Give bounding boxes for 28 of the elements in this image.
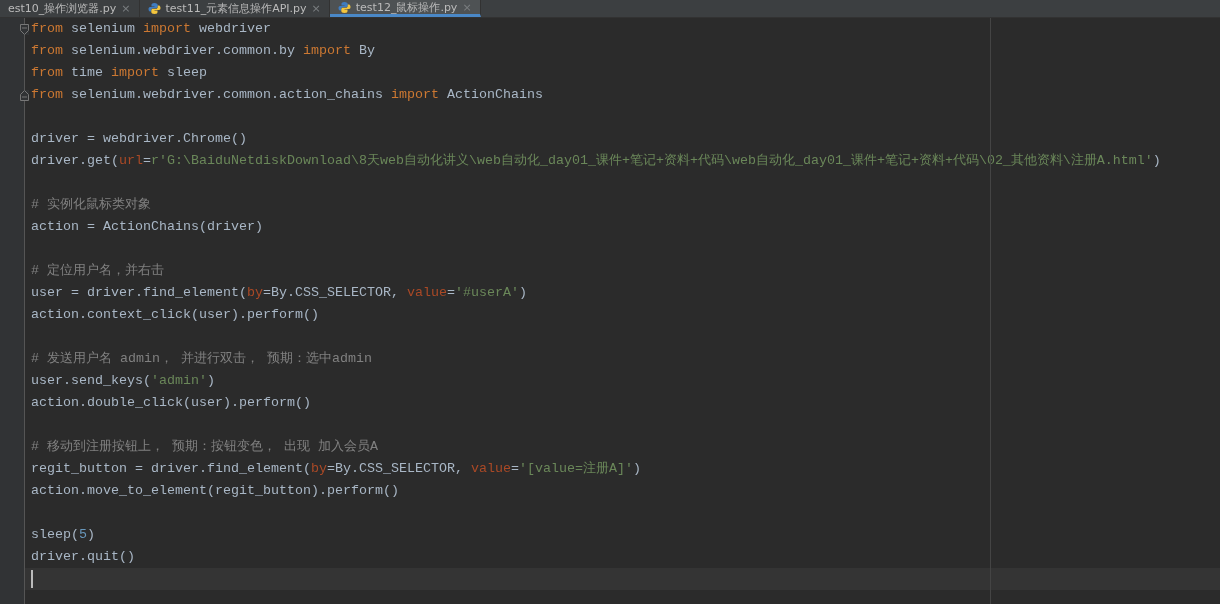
editor-tab[interactable]: test11_元素信息操作API.py ×: [139, 0, 330, 17]
code-comment: # 发送用户名 admin， 并进行双击， 预期：选中admin: [30, 350, 373, 368]
code-comment: # 定位用户名，并右击: [30, 262, 165, 280]
code-comment: # 移动到注册按钮上， 预期：按钮变色， 出现 加入会员A: [30, 438, 379, 456]
code-line: driver.get(url=r'G:\BaiduNetdiskDownload\8天web自动化讲义\web自动化_day01_课件+笔记+资料+代码\web自动化_day01_课件+笔记+资料+代码\02_其他资料\注册A.html'): [30, 152, 1162, 170]
code-line: user = driver.find_element(by=By.CSS_SELECTOR, value='#userA'): [30, 284, 528, 302]
code-line: from selenium import webdriver: [30, 20, 272, 38]
code-line: from time import sleep: [30, 64, 208, 82]
code-comment: # 实例化鼠标类对象: [30, 196, 152, 214]
close-icon[interactable]: ×: [121, 2, 131, 15]
code-line: action.move_to_element(regit_button).perform(): [30, 482, 400, 500]
code-line: driver = webdriver.Chrome(): [30, 130, 248, 148]
fold-start-icon[interactable]: [20, 23, 29, 35]
code-line: action.double_click(user).perform(): [30, 394, 312, 412]
code-line: driver.quit(): [30, 548, 136, 566]
python-file-icon: [337, 0, 351, 14]
editor-tab[interactable]: est10_操作浏览器.py ×: [0, 0, 140, 17]
code-line: action.context_click(user).perform(): [30, 306, 320, 324]
code-line: sleep(5): [30, 526, 96, 544]
code-line: from selenium.webdriver.common.action_chains import ActionChains: [30, 86, 544, 104]
fold-end-icon[interactable]: [20, 89, 29, 101]
python-file-icon: [147, 2, 161, 15]
code-line: action = ActionChains(driver): [30, 218, 264, 236]
code-line: from selenium.webdriver.common.by import By: [30, 42, 376, 60]
close-icon[interactable]: ×: [311, 2, 321, 15]
code-line: regit_button = driver.find_element(by=By.CSS_SELECTOR, value='[value=注册A]'): [30, 460, 642, 478]
code-line: user.send_keys('admin'): [30, 372, 216, 390]
editor-tab[interactable]: test12_鼠标操作.py ×: [329, 0, 481, 17]
